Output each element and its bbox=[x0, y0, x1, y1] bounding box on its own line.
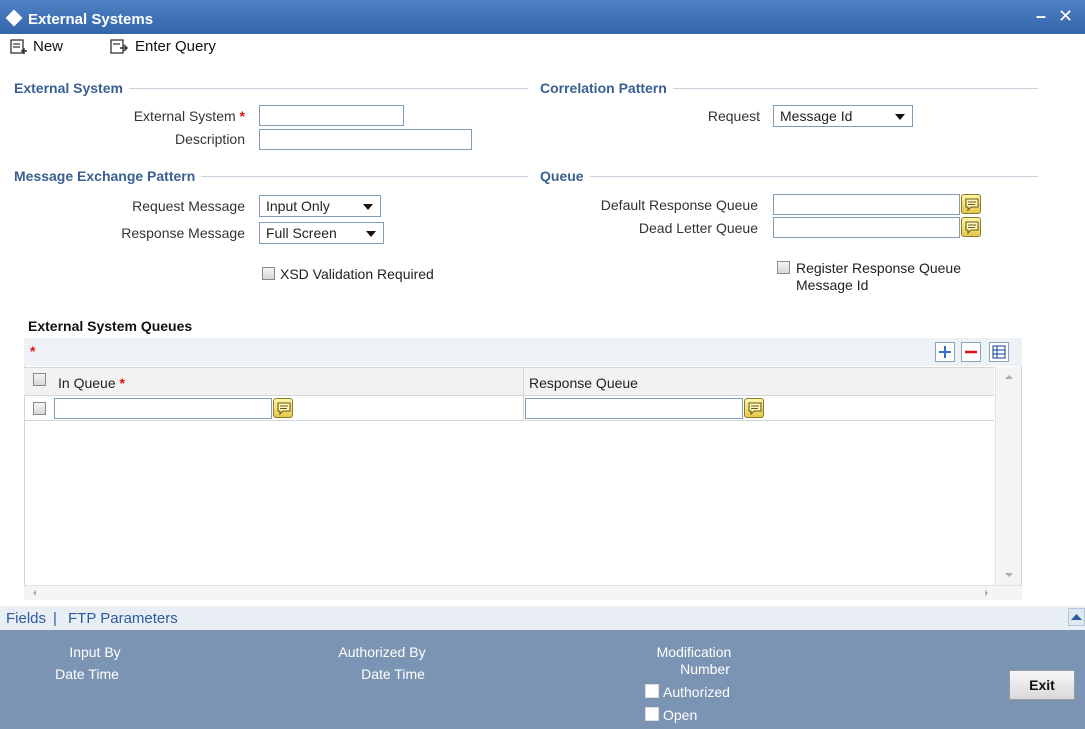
request-select-value: Message Id bbox=[780, 108, 853, 124]
app-diamond-icon bbox=[5, 9, 23, 27]
list-view-icon bbox=[992, 345, 1006, 359]
response-message-select[interactable]: Full Screen bbox=[259, 222, 384, 244]
audit-panel: Input By Date Time Authorized By Date Ti… bbox=[0, 630, 1085, 729]
select-all-checkbox[interactable] bbox=[33, 373, 46, 386]
exit-button[interactable]: Exit bbox=[1009, 670, 1075, 700]
chevron-down-icon bbox=[363, 204, 373, 210]
xsd-validation-checkbox[interactable] bbox=[262, 267, 275, 280]
in-queue-input[interactable] bbox=[54, 398, 272, 419]
open-checkbox bbox=[645, 707, 659, 721]
collapse-footer-button[interactable] bbox=[1068, 608, 1085, 626]
in-queue-header-text: In Queue bbox=[58, 375, 116, 391]
open-label: Open bbox=[663, 707, 698, 723]
enter-query-icon bbox=[110, 38, 129, 54]
row-select-checkbox[interactable] bbox=[33, 402, 46, 415]
description-label: Description bbox=[174, 131, 245, 147]
response-message-label: Response Message bbox=[121, 225, 245, 241]
request-select[interactable]: Message Id bbox=[773, 105, 913, 127]
authorized-label: Authorized bbox=[663, 684, 730, 700]
input-by-label: Input By bbox=[69, 644, 121, 660]
authorized-checkbox bbox=[645, 684, 659, 698]
default-response-queue-label: Default Response Queue bbox=[600, 197, 758, 213]
single-view-button[interactable] bbox=[989, 342, 1009, 362]
input-date-time-label: Date Time bbox=[55, 666, 119, 682]
section-heading-queue: Queue bbox=[528, 168, 590, 184]
column-header-response-queue: Response Queue bbox=[529, 375, 638, 391]
request-label: Request bbox=[707, 108, 760, 124]
queues-grid-toolbar bbox=[24, 338, 1022, 366]
request-message-select[interactable]: Input Only bbox=[259, 195, 381, 217]
response-queue-input[interactable] bbox=[525, 398, 743, 419]
request-message-label: Request Message bbox=[132, 198, 245, 214]
tab-separator: | bbox=[53, 610, 57, 627]
modification-number-label: Number bbox=[680, 661, 730, 677]
tab-ftp-parameters[interactable]: FTP Parameters bbox=[68, 610, 178, 627]
new-button-label: New bbox=[33, 38, 64, 55]
authorized-date-time-label: Date Time bbox=[361, 666, 425, 682]
queues-grid-header bbox=[24, 367, 994, 396]
register-response-queue-label-line1: Register Response Queue bbox=[796, 260, 961, 276]
default-response-queue-lov-button[interactable] bbox=[961, 194, 981, 214]
grid-required-mark: * bbox=[30, 343, 36, 359]
scroll-right-icon bbox=[985, 590, 988, 596]
section-heading-message-exchange-pattern: Message Exchange Pattern bbox=[0, 168, 202, 184]
speech-bubble-icon bbox=[965, 221, 979, 235]
minus-icon bbox=[965, 350, 977, 354]
request-message-value: Input Only bbox=[266, 198, 330, 214]
chevron-down-icon bbox=[895, 114, 905, 120]
external-system-input[interactable] bbox=[259, 105, 404, 126]
speech-bubble-icon bbox=[965, 198, 979, 212]
required-asterisk: * bbox=[119, 375, 125, 391]
new-record-icon bbox=[10, 38, 27, 54]
in-queue-lov-button[interactable] bbox=[273, 398, 293, 418]
dead-letter-queue-input[interactable] bbox=[773, 217, 960, 238]
vertical-scrollbar[interactable] bbox=[995, 367, 1021, 585]
horizontal-scrollbar[interactable] bbox=[24, 585, 1022, 600]
toolbar: New Enter Query bbox=[0, 34, 1085, 62]
dead-letter-queue-lov-button[interactable] bbox=[961, 217, 981, 237]
new-button[interactable]: New bbox=[10, 38, 63, 55]
scroll-down-icon bbox=[1005, 573, 1013, 577]
chevron-down-icon bbox=[366, 231, 376, 237]
plus-icon bbox=[939, 346, 951, 358]
tab-fields[interactable]: Fields bbox=[6, 610, 46, 627]
modification-label: Modification bbox=[656, 644, 732, 660]
add-row-button[interactable] bbox=[935, 342, 955, 362]
xsd-validation-label: XSD Validation Required bbox=[280, 266, 434, 282]
default-response-queue-input[interactable] bbox=[773, 194, 960, 215]
section-rule bbox=[528, 176, 1038, 177]
queues-grid-title: External System Queues bbox=[28, 318, 193, 334]
description-input[interactable] bbox=[259, 129, 472, 150]
section-heading-external-system: External System bbox=[0, 80, 129, 96]
speech-bubble-icon bbox=[748, 402, 762, 416]
enter-query-button-label: Enter Query bbox=[135, 38, 216, 55]
dead-letter-queue-label: Dead Letter Queue bbox=[638, 220, 758, 236]
external-system-label: External System * bbox=[60, 108, 245, 124]
footer-tabs: Fields | FTP Parameters bbox=[0, 606, 1085, 630]
response-queue-lov-button[interactable] bbox=[744, 398, 764, 418]
window-titlebar: External Systems – ✕ bbox=[0, 0, 1085, 38]
external-system-label-text: External System bbox=[133, 108, 236, 124]
enter-query-button[interactable]: Enter Query bbox=[110, 38, 216, 55]
scroll-up-icon bbox=[1005, 375, 1013, 379]
authorized-by-label: Authorized By bbox=[338, 644, 426, 660]
minimize-button[interactable]: – bbox=[1036, 6, 1046, 27]
response-message-value: Full Screen bbox=[266, 225, 337, 241]
scroll-left-icon bbox=[33, 590, 36, 596]
chevron-up-icon bbox=[1071, 614, 1082, 620]
speech-bubble-icon bbox=[277, 402, 291, 416]
register-response-queue-checkbox[interactable] bbox=[777, 261, 790, 274]
required-asterisk: * bbox=[239, 108, 245, 124]
window-title: External Systems bbox=[28, 11, 154, 28]
close-button[interactable]: ✕ bbox=[1058, 6, 1073, 27]
delete-row-button[interactable] bbox=[961, 342, 981, 362]
column-header-in-queue: In Queue * bbox=[58, 375, 125, 391]
register-response-queue-label-line2: Message Id bbox=[796, 277, 869, 293]
section-heading-correlation-pattern: Correlation Pattern bbox=[528, 80, 673, 96]
